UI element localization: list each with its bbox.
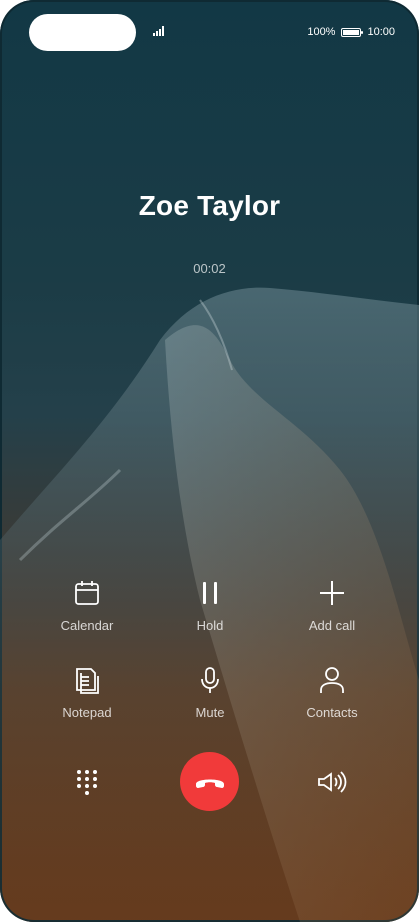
add-call-button[interactable]: Add call: [277, 577, 387, 647]
notepad-label: Notepad: [62, 705, 112, 720]
dialpad-icon: [77, 770, 97, 795]
hold-label: Hold: [196, 618, 224, 633]
calendar-icon: [71, 577, 103, 609]
contacts-button[interactable]: Contacts: [277, 664, 387, 734]
end-call-button[interactable]: [180, 752, 239, 811]
mute-button[interactable]: Mute: [155, 664, 265, 734]
hold-button[interactable]: Hold: [155, 577, 265, 647]
dialpad-button[interactable]: [67, 762, 107, 802]
battery-percent: 100%: [307, 26, 336, 38]
calendar-label: Calendar: [60, 618, 114, 633]
notepad-button[interactable]: Notepad: [32, 664, 142, 734]
person-icon: [316, 664, 348, 696]
microphone-icon: [194, 664, 226, 696]
add-call-label: Add call: [308, 618, 356, 633]
clock: 10:00: [367, 26, 395, 38]
notepad-icon: [71, 664, 103, 696]
status-bar: 100% 10:00: [307, 24, 395, 40]
speaker-icon: [318, 771, 347, 793]
contacts-label: Contacts: [306, 705, 358, 720]
signal-icon: [153, 26, 164, 36]
plus-icon: [316, 577, 348, 609]
calendar-button[interactable]: Calendar: [32, 577, 142, 647]
pause-icon: [194, 577, 226, 609]
camera-cutout: [29, 14, 136, 51]
phone-hangup-icon: [195, 779, 224, 788]
speaker-button[interactable]: [312, 762, 352, 802]
mute-label: Mute: [195, 705, 225, 720]
battery-icon: [341, 27, 364, 37]
contact-name: Zoe Taylor: [138, 190, 281, 221]
call-screen: 100% 10:00 Zoe Taylor 00:02 Calendar Hol…: [0, 0, 419, 922]
call-duration: 00:02: [193, 261, 226, 276]
